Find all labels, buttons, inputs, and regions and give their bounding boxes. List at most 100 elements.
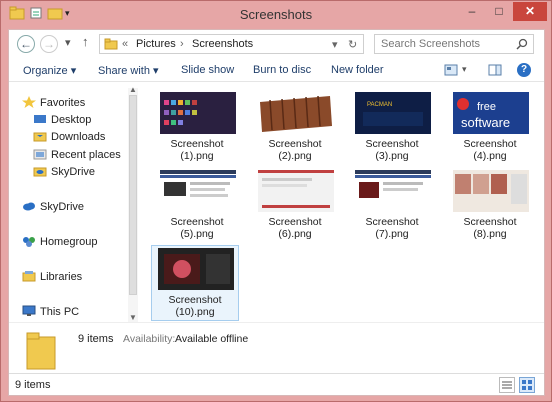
search-box[interactable]: Search Screenshots — [374, 34, 534, 54]
breadcrumb-screenshots[interactable]: Screenshots — [192, 38, 253, 50]
slide-show-button[interactable]: Slide show — [181, 64, 234, 76]
maximize-button[interactable]: □ — [486, 2, 512, 21]
nav-label: SkyDrive — [51, 166, 96, 178]
nav-favorites[interactable]: Favorites — [22, 96, 85, 112]
command-bar: Organize ▾ Share with ▾ Slide show Burn … — [9, 60, 544, 82]
file-item[interactable]: Screenshot (7).png — [349, 168, 435, 242]
file-name: Screenshot (8).png — [463, 216, 517, 240]
availability-label: Availability: — [123, 333, 176, 345]
computer-icon — [22, 305, 36, 317]
thumb-bg — [359, 182, 379, 198]
search-icon[interactable] — [516, 38, 528, 53]
thumb-text: free — [477, 101, 496, 113]
thumbnail-image — [258, 92, 334, 134]
organize-menu[interactable]: Organize ▾ — [23, 64, 76, 77]
close-button[interactable]: ✕ — [513, 2, 547, 21]
details-pane: 9 items Availability: Available offline — [9, 322, 544, 372]
thumbnail-image — [453, 170, 529, 212]
file-item[interactable]: free software Screenshot (4).png — [447, 90, 533, 164]
burn-to-disc-button[interactable]: Burn to disc — [253, 64, 311, 76]
file-name: Screenshot (3).png — [365, 138, 419, 162]
file-item[interactable]: Screenshot (2).png — [252, 90, 338, 164]
file-name: Screenshot (5).png — [170, 216, 224, 240]
nav-homegroup[interactable]: Homegroup — [22, 235, 97, 251]
file-item[interactable]: PACMAN Screenshot (3).png — [349, 90, 435, 164]
nav-downloads[interactable]: Downloads — [33, 130, 105, 146]
change-view-icon[interactable] — [444, 64, 458, 79]
file-item[interactable]: Screenshot (5).png — [154, 168, 240, 242]
status-bar: 9 items — [9, 373, 544, 395]
thumb-text: software — [461, 115, 510, 130]
file-item[interactable]: Screenshot (8).png — [447, 168, 533, 242]
nav-label: Recent places — [51, 149, 121, 161]
minimize-button[interactable]: – — [459, 2, 485, 21]
file-name: Screenshot (10).png — [168, 294, 222, 318]
navigation-bar: ← → ▾ ↑ « Pictures › Screenshots ▾ ↻ Sea… — [9, 30, 544, 58]
libraries-icon — [22, 270, 36, 282]
up-button[interactable]: ↑ — [82, 34, 89, 49]
nav-skydrive-favorite[interactable]: SkyDrive — [33, 165, 95, 181]
large-folder-icon — [23, 327, 59, 374]
file-list: Screenshot (1).png Screenshot (2).png PACM… — [149, 90, 544, 321]
downloads-icon — [33, 130, 47, 142]
recent-places-icon — [33, 148, 47, 160]
recent-locations-dropdown[interactable]: ▾ — [65, 36, 71, 49]
nav-label: SkyDrive — [40, 201, 85, 213]
refresh-button[interactable]: ↻ — [348, 38, 357, 51]
details-item-count: 9 items — [78, 333, 114, 345]
file-name: Screenshot (2).png — [268, 138, 322, 162]
nav-label: Desktop — [51, 114, 92, 126]
availability-value: Available offline — [175, 333, 249, 345]
nav-label: This PC — [40, 306, 80, 318]
file-item[interactable]: Screenshot (1).png — [154, 90, 240, 164]
navigation-pane: Favorites Desktop Downloads Recent place… — [9, 83, 138, 323]
status-item-count: 9 items — [15, 379, 51, 391]
details-view-icon[interactable] — [499, 377, 515, 393]
explorer-client: ← → ▾ ↑ « Pictures › Screenshots ▾ ↻ Sea… — [8, 29, 545, 396]
preview-pane-icon[interactable] — [488, 64, 502, 79]
share-with-menu[interactable]: Share with ▾ — [98, 64, 159, 77]
file-name: Screenshot (1).png — [170, 138, 224, 162]
file-name: Screenshot (4).png — [463, 138, 517, 162]
back-button[interactable]: ← — [17, 35, 35, 53]
thumb-text: PACMAN — [367, 102, 392, 108]
thumbnail-image: PACMAN — [355, 92, 431, 134]
help-icon[interactable]: ? — [517, 63, 531, 77]
thumbnail-image — [158, 248, 234, 290]
file-item-selected[interactable]: Screenshot (10).png — [151, 245, 239, 321]
file-name: Screenshot (7).png — [365, 216, 419, 240]
view-dropdown-icon[interactable]: ▾ — [462, 64, 467, 75]
homegroup-icon — [22, 235, 36, 247]
overflow-chevron[interactable]: « — [122, 38, 128, 50]
cloud-icon — [22, 200, 36, 212]
nav-label: Libraries — [40, 271, 83, 283]
nav-recent-places[interactable]: Recent places — [33, 148, 121, 164]
explorer-window: ▾ Screenshots – □ ✕ ← → ▾ ↑ « Pictures ›… — [0, 0, 552, 402]
address-dropdown[interactable]: ▾ — [332, 38, 338, 51]
scroll-up-arrow[interactable]: ▲ — [129, 85, 137, 94]
nav-scrollbar-thumb[interactable] — [129, 95, 137, 295]
nav-label: Homegroup — [40, 236, 98, 248]
skydrive-folder-icon — [33, 165, 47, 177]
forward-button[interactable]: → — [40, 35, 58, 53]
folder-icon — [104, 38, 118, 53]
thumbnail-image — [258, 170, 334, 212]
file-item[interactable]: Screenshot (6).png — [252, 168, 338, 242]
nav-libraries[interactable]: Libraries — [22, 270, 82, 286]
desktop-icon — [33, 113, 47, 125]
nav-skydrive[interactable]: SkyDrive — [22, 200, 84, 216]
large-icons-view-icon[interactable] — [519, 377, 535, 393]
search-placeholder: Search Screenshots — [381, 38, 481, 50]
address-bar[interactable]: « Pictures › Screenshots ▾ ↻ — [99, 34, 364, 54]
nav-label: Favorites — [40, 97, 86, 109]
nav-this-pc[interactable]: This PC — [22, 305, 79, 321]
breadcrumb-pictures[interactable]: Pictures — [136, 38, 176, 50]
star-icon — [22, 96, 36, 108]
scroll-down-arrow[interactable]: ▼ — [129, 313, 137, 322]
title-bar[interactable]: ▾ Screenshots – □ ✕ — [1, 1, 551, 29]
thumbnail-image — [160, 170, 236, 212]
new-folder-button[interactable]: New folder — [331, 64, 384, 76]
nav-desktop[interactable]: Desktop — [33, 113, 91, 129]
breadcrumb-separator[interactable]: › — [180, 38, 184, 50]
thumbnail-image — [355, 170, 431, 212]
